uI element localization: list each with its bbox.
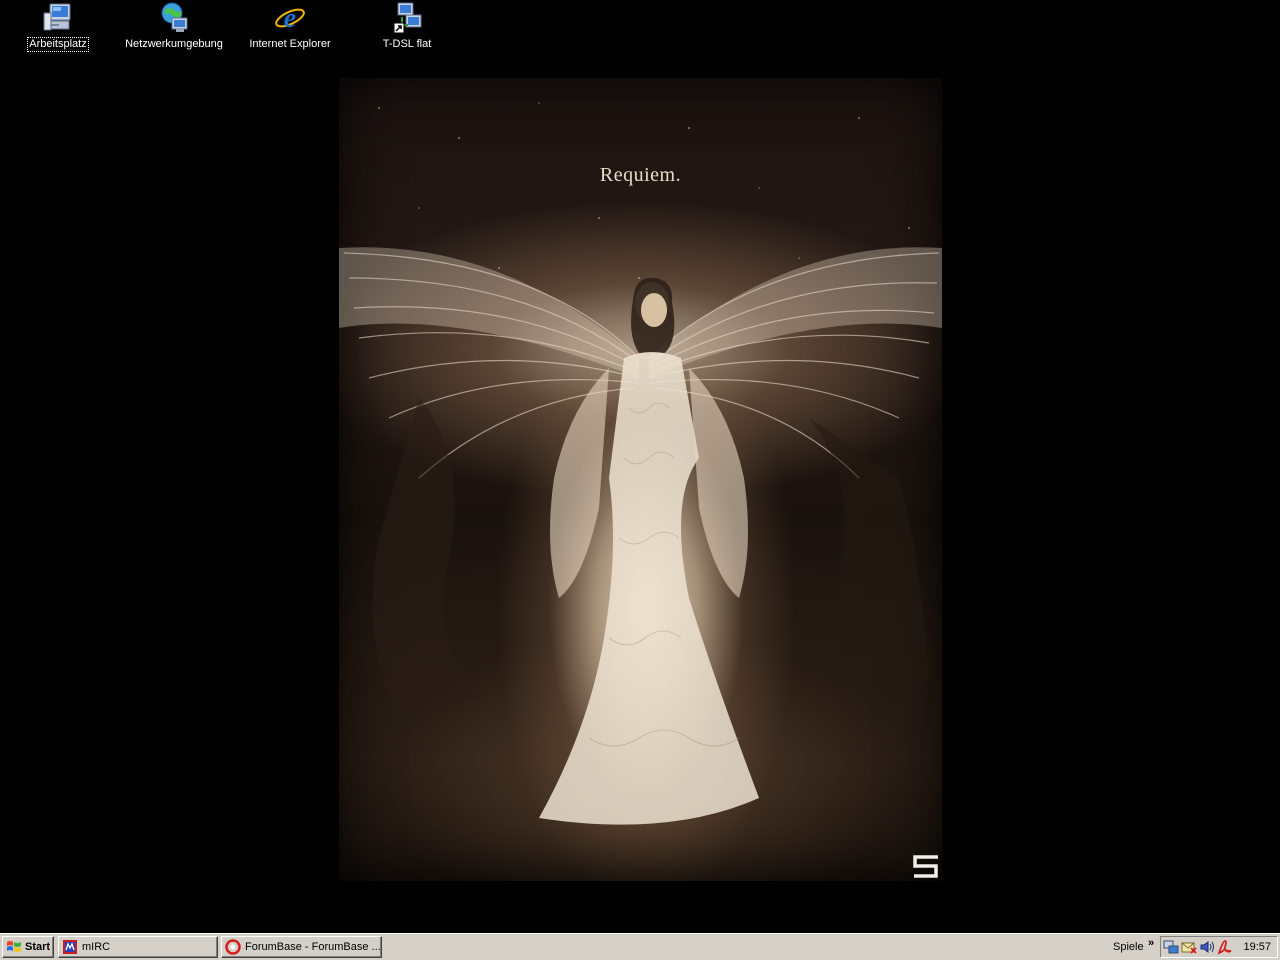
- desktop-icon-label: Arbeitsplatz: [27, 37, 89, 52]
- mirc-icon: [63, 940, 77, 954]
- mail-tray-icon[interactable]: [1181, 939, 1197, 955]
- my-computer-icon: [41, 1, 75, 35]
- wallpaper-image: Requiem.: [339, 78, 942, 881]
- taskbar-button-mirc[interactable]: mIRC: [58, 936, 218, 958]
- desktop[interactable]: Arbeitsplatz Netzwerkumgebung e Internet…: [0, 0, 1280, 933]
- wallpaper-title: Requiem.: [599, 164, 682, 186]
- wallpaper-logo: [912, 855, 940, 879]
- toolbar-chevron-icon[interactable]: »: [1148, 937, 1154, 949]
- taskbar-button-label: mIRC: [82, 941, 111, 953]
- clock[interactable]: 19:57: [1243, 941, 1271, 953]
- windows-flag-icon: [7, 941, 21, 952]
- start-button[interactable]: Start: [2, 936, 54, 958]
- internet-explorer-icon: e: [273, 1, 307, 35]
- desktop-icon-label: T-DSL flat: [382, 38, 432, 50]
- desktop-icon-internet-explorer[interactable]: e Internet Explorer: [230, 0, 350, 56]
- desktop-icon-label: Netzwerkumgebung: [125, 38, 223, 50]
- wallpaper-artwork: [339, 102, 942, 825]
- system-tray: 19:57: [1160, 936, 1278, 958]
- desktop-icon-arbeitsplatz[interactable]: Arbeitsplatz: [0, 0, 118, 56]
- taskbar-button-label: ForumBase - ForumBase ...: [245, 941, 381, 953]
- quicklaunch-toolbar-spiele[interactable]: Spiele: [1113, 941, 1144, 953]
- desktop-icon-t-dsl-flat[interactable]: T-DSL flat: [347, 0, 467, 56]
- desktop-icon-label: Internet Explorer: [249, 38, 331, 50]
- taskbar: Start mIRC ForumBase - ForumBase ... Spi…: [0, 933, 1280, 960]
- taskbar-button-forumbase[interactable]: ForumBase - ForumBase ...: [221, 936, 382, 958]
- svg-text:e: e: [284, 3, 296, 34]
- opera-icon: [225, 939, 241, 955]
- start-label: Start: [25, 941, 51, 953]
- network-places-icon: [157, 1, 191, 35]
- desktop-icon-netzwerkumgebung[interactable]: Netzwerkumgebung: [114, 0, 234, 56]
- acrobat-tray-icon[interactable]: [1217, 939, 1233, 955]
- network-tray-icon[interactable]: [1163, 939, 1179, 955]
- volume-tray-icon[interactable]: [1199, 939, 1215, 955]
- dialup-connection-shortcut-icon: [390, 1, 424, 35]
